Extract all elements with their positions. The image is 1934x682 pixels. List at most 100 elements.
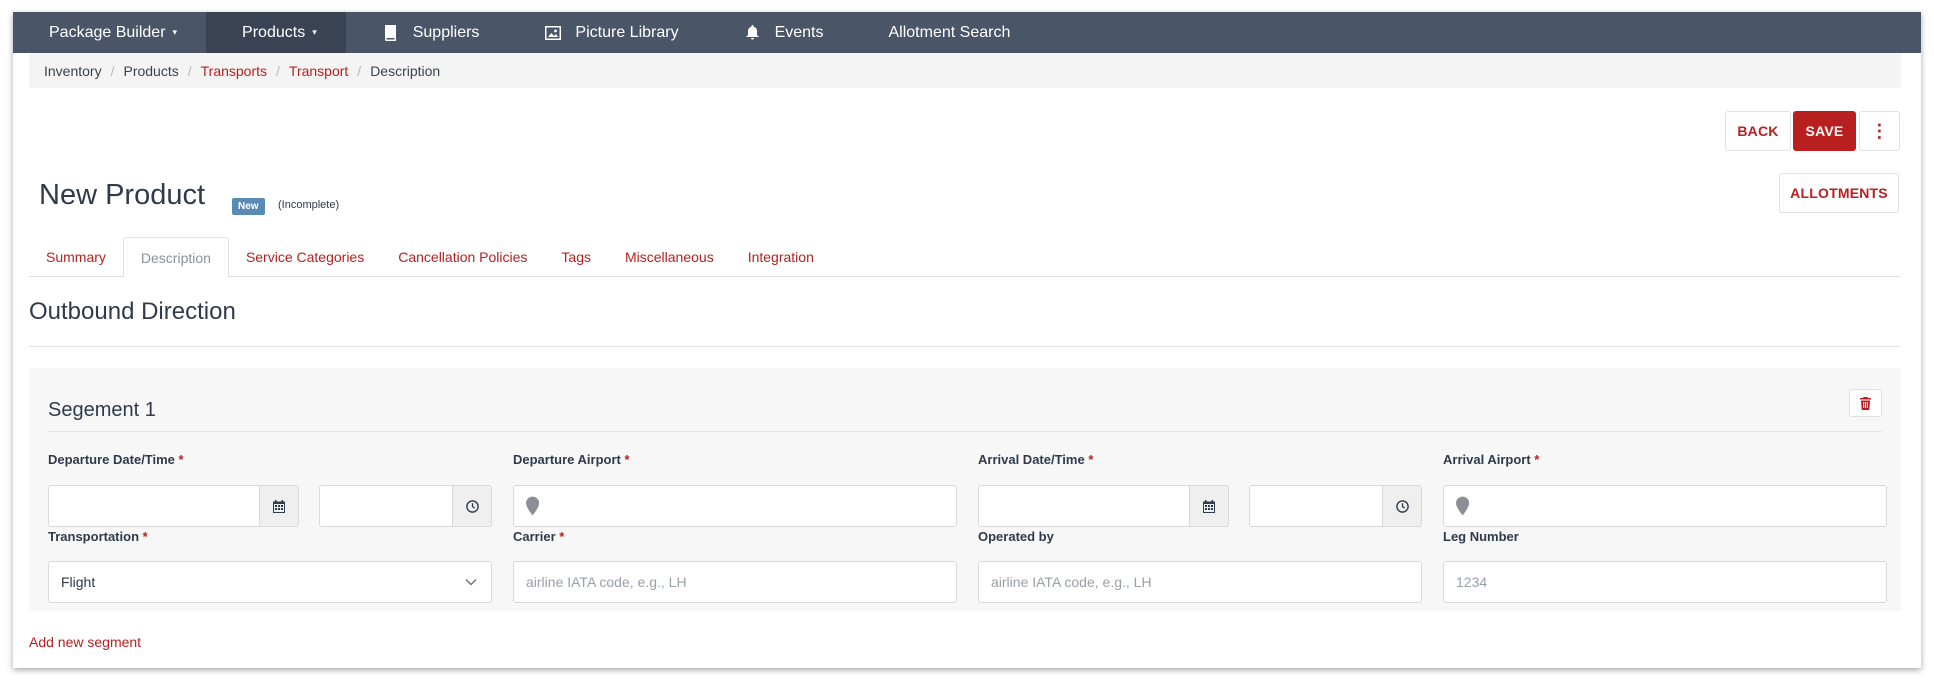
clock-icon <box>1395 499 1409 513</box>
breadcrumb-separator: / <box>357 62 362 79</box>
carrier-field[interactable] <box>526 574 956 590</box>
breadcrumb-transports[interactable]: Transports <box>201 63 267 79</box>
arrival-airport-field[interactable] <box>1481 498 1886 514</box>
map-pin-icon <box>526 496 540 516</box>
page-title: New Product <box>39 179 206 211</box>
divider <box>48 431 1882 432</box>
transportation-value: Flight <box>61 574 96 590</box>
app-window: Package Builder ▾ Products ▾ Suppliers P… <box>13 12 1921 668</box>
departure-date-field[interactable] <box>61 498 259 514</box>
nav-events[interactable]: Events <box>708 12 853 53</box>
label-text: Arrival Airport <box>1443 452 1531 467</box>
save-button[interactable]: SAVE <box>1793 111 1856 151</box>
breadcrumb-separator: / <box>187 62 192 79</box>
tab-description[interactable]: Description <box>122 237 229 278</box>
required-marker: * <box>178 452 184 467</box>
breadcrumb-transport[interactable]: Transport <box>289 63 348 79</box>
departure-datetime-label: Departure Date/Time * <box>48 452 184 467</box>
nav-label: Picture Library <box>575 23 679 41</box>
calendar-button[interactable] <box>1189 485 1229 527</box>
departure-date-input[interactable] <box>48 485 260 527</box>
tab-miscellaneous[interactable]: Miscellaneous <box>608 237 731 277</box>
label-text: Departure Airport <box>513 452 621 467</box>
leg-number-label: Leg Number <box>1443 529 1519 544</box>
breadcrumb-inventory: Inventory <box>44 62 102 79</box>
delete-segment-button[interactable] <box>1849 389 1882 417</box>
clock-icon <box>465 499 479 513</box>
section-title: Outbound Direction <box>29 298 236 325</box>
label-text: Arrival Date/Time <box>978 452 1085 467</box>
map-pin-icon <box>1456 496 1470 516</box>
nav-picture-library[interactable]: Picture Library <box>508 12 707 53</box>
book-icon <box>382 24 400 42</box>
breadcrumb-products: Products <box>123 62 179 79</box>
arrival-airport-input[interactable] <box>1443 485 1887 527</box>
departure-airport-label: Departure Airport * <box>513 452 630 467</box>
breadcrumb-separator: / <box>276 62 280 79</box>
operated-by-input[interactable] <box>978 561 1422 603</box>
caret-down-icon: ▾ <box>172 27 178 37</box>
required-marker: * <box>559 529 565 544</box>
status-badge: New <box>232 198 265 215</box>
label-text: Departure Date/Time <box>48 452 175 467</box>
divider <box>29 346 1901 347</box>
nav-label: Events <box>774 23 824 41</box>
caret-down-icon: ▾ <box>312 27 317 37</box>
leg-number-input[interactable] <box>1443 561 1887 603</box>
required-marker: * <box>1534 452 1540 467</box>
required-marker: * <box>1088 452 1094 467</box>
back-button[interactable]: BACK <box>1725 111 1791 151</box>
carrier-label: Carrier * <box>513 529 564 544</box>
carrier-input[interactable] <box>513 561 957 603</box>
label-text: Transportation <box>48 529 140 544</box>
nav-products[interactable]: Products ▾ <box>206 12 346 53</box>
calendar-button[interactable] <box>259 485 299 527</box>
nav-package-builder[interactable]: Package Builder ▾ <box>13 12 206 53</box>
tab-summary[interactable]: Summary <box>29 237 123 277</box>
allotments-button[interactable]: ALLOTMENTS <box>1779 173 1899 213</box>
required-marker: * <box>624 452 630 467</box>
departure-time-field[interactable] <box>332 498 452 514</box>
trash-icon <box>1860 396 1871 410</box>
calendar-icon <box>1203 499 1215 513</box>
arrival-datetime-label: Arrival Date/Time * <box>978 452 1093 467</box>
label-text: Carrier <box>513 529 556 544</box>
segment-title: Segement 1 <box>48 399 156 421</box>
top-nav: Package Builder ▾ Products ▾ Suppliers P… <box>13 12 1921 53</box>
nav-label: Suppliers <box>412 23 480 41</box>
tab-tags[interactable]: Tags <box>544 237 608 277</box>
status-text: (Incomplete) <box>278 199 340 211</box>
nav-allotment-search[interactable]: Allotment Search <box>853 12 1040 53</box>
breadcrumb: Inventory / Products / Transports / Tran… <box>29 53 1901 88</box>
nav-label: Allotment Search <box>888 23 1011 41</box>
more-options-button[interactable]: ⋮ <box>1859 111 1900 151</box>
arrival-time-input[interactable] <box>1249 485 1383 527</box>
departure-airport-field[interactable] <box>551 498 956 514</box>
nav-label: Products <box>242 23 306 41</box>
tab-cancellation-policies[interactable]: Cancellation Policies <box>381 237 544 277</box>
tab-service-categories[interactable]: Service Categories <box>229 237 381 277</box>
breadcrumb-description: Description <box>370 62 441 79</box>
departure-time-input[interactable] <box>319 485 453 527</box>
nav-suppliers[interactable]: Suppliers <box>346 12 509 53</box>
tab-integration[interactable]: Integration <box>731 237 831 277</box>
calendar-icon <box>273 499 285 513</box>
operated-by-field[interactable] <box>991 574 1421 590</box>
arrival-date-input[interactable] <box>978 485 1190 527</box>
bell-icon <box>744 24 762 42</box>
transportation-select[interactable]: Flight <box>48 561 492 603</box>
arrival-airport-label: Arrival Airport * <box>1443 452 1539 467</box>
breadcrumb-separator: / <box>110 62 115 79</box>
operated-by-label: Operated by <box>978 529 1054 544</box>
segment-panel: Segement 1 Departure Date/Time * Departu… <box>29 368 1901 611</box>
picture-icon <box>544 24 562 42</box>
arrival-time-field[interactable] <box>1262 498 1382 514</box>
leg-number-field[interactable] <box>1456 574 1886 590</box>
clock-button[interactable] <box>1382 485 1422 527</box>
departure-airport-input[interactable] <box>513 485 957 527</box>
add-segment-link[interactable]: Add new segment <box>29 634 141 650</box>
arrival-date-field[interactable] <box>991 498 1189 514</box>
clock-button[interactable] <box>452 485 492 527</box>
required-marker: * <box>142 529 148 544</box>
chevron-down-icon <box>465 579 477 586</box>
